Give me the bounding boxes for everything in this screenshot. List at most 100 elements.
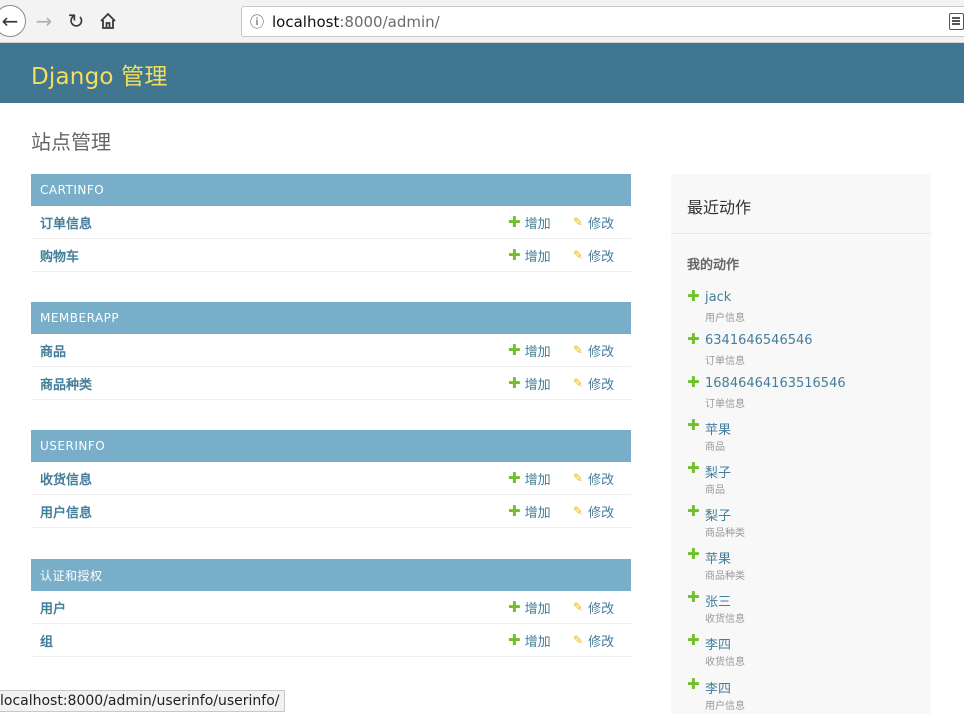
recent-action-link[interactable]: 李四 bbox=[705, 634, 731, 653]
module-caption[interactable]: CARTINFO bbox=[31, 174, 631, 206]
model-row: 用户 ✚ 增加 ✎ 修改 bbox=[31, 591, 631, 624]
recent-action-type: 商品种类 bbox=[705, 571, 745, 582]
model-row: 商品种类 ✚ 增加 ✎ 修改 bbox=[31, 367, 631, 400]
address-bar[interactable]: ⓘ localhost:8000/admin/ bbox=[241, 6, 964, 37]
change-button[interactable]: ✎ 修改 bbox=[573, 213, 614, 232]
recent-action-type: 商品 bbox=[705, 485, 725, 496]
pencil-icon: ✎ bbox=[573, 471, 584, 485]
plus-icon: ✚ bbox=[687, 545, 700, 563]
pencil-icon: ✎ bbox=[573, 376, 584, 390]
change-button[interactable]: ✎ 修改 bbox=[573, 502, 614, 521]
recent-action-link[interactable]: 李四 bbox=[705, 678, 731, 697]
plus-icon: ✚ bbox=[687, 459, 700, 477]
home-button[interactable] bbox=[92, 5, 124, 37]
change-label: 修改 bbox=[588, 505, 615, 521]
add-button[interactable]: ✚ 增加 bbox=[508, 246, 551, 265]
model-link[interactable]: 商品 bbox=[31, 341, 66, 360]
model-link[interactable]: 组 bbox=[31, 631, 53, 650]
model-row: 收货信息 ✚ 增加 ✎ 修改 bbox=[31, 462, 631, 495]
plus-icon: ✚ bbox=[508, 630, 521, 649]
recent-actions-title: 最近动作 bbox=[687, 198, 752, 217]
pencil-icon: ✎ bbox=[573, 248, 584, 262]
add-button[interactable]: ✚ 增加 bbox=[508, 341, 551, 360]
model-row: 商品 ✚ 增加 ✎ 修改 bbox=[31, 334, 631, 367]
recent-action-link[interactable]: 苹果 bbox=[705, 548, 731, 567]
recent-action-type: 订单信息 bbox=[705, 356, 745, 367]
add-button[interactable]: ✚ 增加 bbox=[508, 374, 551, 393]
recent-action-item: ✚ jack 用户信息 bbox=[687, 289, 917, 329]
pencil-icon: ✎ bbox=[573, 343, 584, 357]
model-link[interactable]: 订单信息 bbox=[31, 213, 92, 232]
change-label: 修改 bbox=[588, 601, 615, 617]
recent-action-link[interactable]: jack bbox=[705, 290, 731, 305]
change-button[interactable]: ✎ 修改 bbox=[573, 598, 614, 617]
back-button[interactable]: ← bbox=[0, 5, 26, 37]
recent-action-link[interactable]: 梨子 bbox=[705, 505, 731, 524]
recent-action-link[interactable]: 苹果 bbox=[705, 419, 731, 438]
recent-action-link[interactable]: 梨子 bbox=[705, 462, 731, 481]
model-link[interactable]: 用户 bbox=[31, 598, 66, 617]
module-caption[interactable]: MEMBERAPP bbox=[31, 302, 631, 334]
recent-action-item: ✚ 张三 收货信息 bbox=[687, 590, 917, 630]
model-row: 购物车 ✚ 增加 ✎ 修改 bbox=[31, 239, 631, 272]
change-button[interactable]: ✎ 修改 bbox=[573, 631, 614, 650]
site-branding[interactable]: Django 管理 bbox=[31, 57, 168, 91]
recent-action-link[interactable]: 6341646546546 bbox=[705, 333, 813, 348]
recent-action-link[interactable]: 16846464163516546 bbox=[705, 376, 846, 391]
add-button[interactable]: ✚ 增加 bbox=[508, 213, 551, 232]
recent-action-item: ✚ 梨子 商品种类 bbox=[687, 504, 917, 544]
add-button[interactable]: ✚ 增加 bbox=[508, 598, 551, 617]
recent-action-type: 收货信息 bbox=[705, 614, 745, 625]
add-button[interactable]: ✚ 增加 bbox=[508, 502, 551, 521]
change-button[interactable]: ✎ 修改 bbox=[573, 246, 614, 265]
url-host: localhost bbox=[272, 12, 340, 31]
url-path: :8000/admin/ bbox=[339, 12, 440, 31]
add-label: 增加 bbox=[524, 344, 551, 360]
admin-header: Django 管理 bbox=[0, 43, 964, 103]
add-button[interactable]: ✚ 增加 bbox=[508, 631, 551, 650]
change-button[interactable]: ✎ 修改 bbox=[573, 374, 614, 393]
module-caption[interactable]: USERINFO bbox=[31, 430, 631, 462]
add-button[interactable]: ✚ 增加 bbox=[508, 469, 551, 488]
app-module-cartinfo: CARTINFO 订单信息 ✚ 增加 ✎ 修改 购物车 ✚ 增加 ✎ 修改 bbox=[31, 174, 631, 272]
reload-icon: ↻ bbox=[67, 9, 85, 33]
change-button[interactable]: ✎ 修改 bbox=[573, 341, 614, 360]
model-link[interactable]: 收货信息 bbox=[31, 469, 92, 488]
model-link[interactable]: 用户信息 bbox=[31, 502, 92, 521]
recent-action-type: 商品 bbox=[705, 442, 725, 453]
plus-icon: ✚ bbox=[687, 631, 700, 649]
plus-icon: ✚ bbox=[508, 468, 521, 487]
recent-action-item: ✚ 16846464163516546 订单信息 bbox=[687, 375, 917, 415]
recent-actions-panel: 最近动作 我的动作 ✚ jack 用户信息 ✚ 6341646546546 订单… bbox=[671, 174, 931, 714]
plus-icon: ✚ bbox=[508, 245, 521, 264]
change-button[interactable]: ✎ 修改 bbox=[573, 469, 614, 488]
recent-action-link[interactable]: 张三 bbox=[705, 591, 731, 610]
add-label: 增加 bbox=[524, 249, 551, 265]
recent-action-type: 用户信息 bbox=[705, 313, 745, 324]
recent-action-item: ✚ 苹果 商品种类 bbox=[687, 547, 917, 587]
recent-action-type: 收货信息 bbox=[705, 657, 745, 668]
recent-action-item: ✚ 梨子 商品 bbox=[687, 461, 917, 501]
module-caption[interactable]: 认证和授权 bbox=[31, 559, 631, 591]
change-label: 修改 bbox=[588, 344, 615, 360]
info-icon[interactable]: ⓘ bbox=[242, 12, 272, 32]
pencil-icon: ✎ bbox=[573, 600, 584, 614]
forward-button[interactable]: → bbox=[28, 5, 60, 37]
recent-action-type: 商品种类 bbox=[705, 528, 745, 539]
change-label: 修改 bbox=[588, 377, 615, 393]
model-link[interactable]: 商品种类 bbox=[31, 374, 92, 393]
model-link[interactable]: 购物车 bbox=[31, 246, 79, 265]
recent-action-type: 订单信息 bbox=[705, 399, 745, 410]
add-label: 增加 bbox=[524, 216, 551, 232]
change-label: 修改 bbox=[588, 634, 615, 650]
add-label: 增加 bbox=[524, 505, 551, 521]
reload-button[interactable]: ↻ bbox=[60, 5, 92, 37]
my-actions-heading: 我的动作 bbox=[687, 258, 740, 273]
recent-action-item: ✚ 苹果 商品 bbox=[687, 418, 917, 458]
link-status-bar: localhost:8000/admin/userinfo/userinfo/ bbox=[0, 690, 285, 712]
app-module-auth: 认证和授权 用户 ✚ 增加 ✎ 修改 组 ✚ 增加 ✎ 修改 bbox=[31, 559, 631, 657]
reader-view-icon[interactable] bbox=[949, 13, 964, 30]
plus-icon: ✚ bbox=[508, 373, 521, 392]
arrow-left-icon: ← bbox=[1, 9, 19, 33]
recent-action-item: ✚ 6341646546546 订单信息 bbox=[687, 332, 917, 372]
